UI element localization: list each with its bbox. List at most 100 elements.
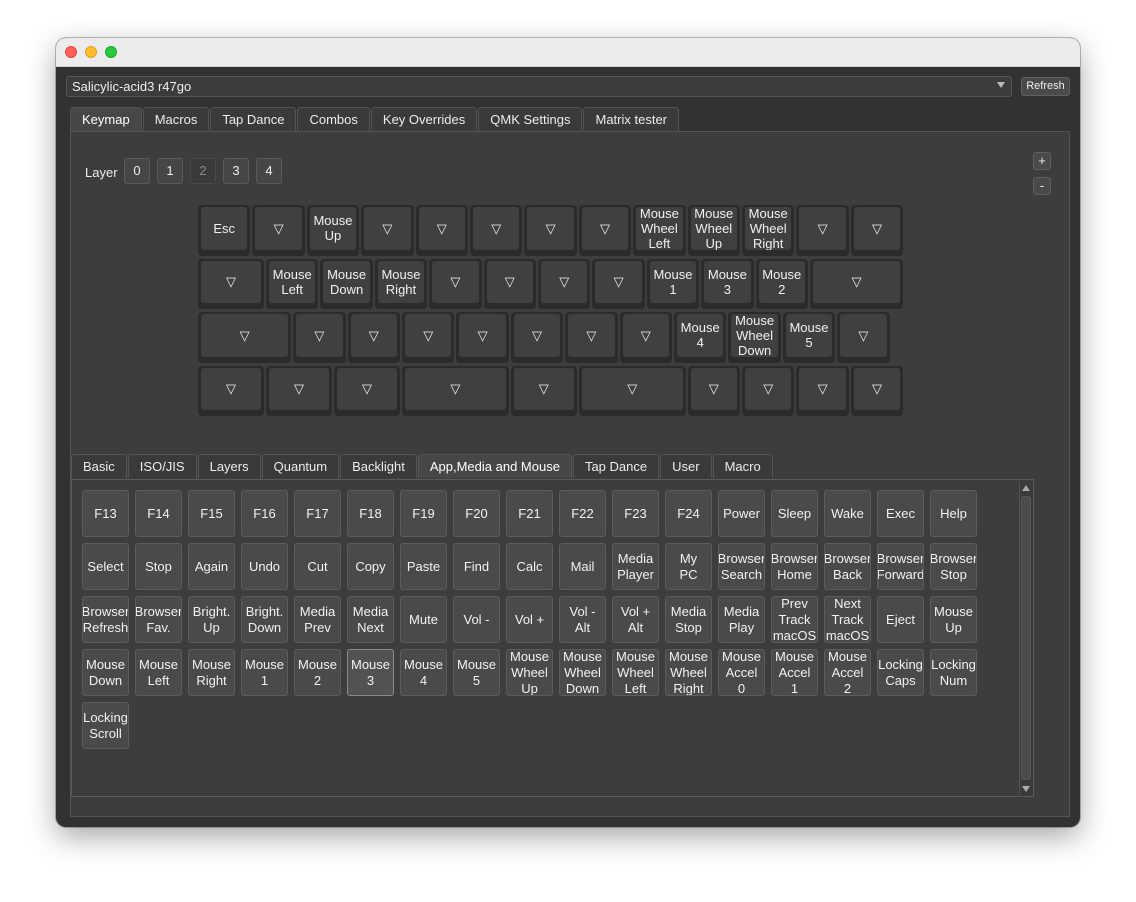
close-window-button[interactable] bbox=[65, 46, 77, 58]
keymap-key[interactable]: ▽ bbox=[402, 312, 455, 363]
zoom-window-button[interactable] bbox=[105, 46, 117, 58]
keymap-key[interactable]: ▽ bbox=[198, 365, 264, 416]
keycode-button[interactable]: Mouse Down bbox=[82, 649, 129, 696]
keycode-button[interactable]: Mail bbox=[559, 543, 606, 590]
tab-combos[interactable]: Combos bbox=[297, 107, 370, 131]
keycode-button[interactable]: Locking Scroll bbox=[82, 702, 129, 749]
keycode-button[interactable]: Paste bbox=[400, 543, 447, 590]
keymap-key[interactable]: ▽ bbox=[538, 258, 591, 309]
keymap-key[interactable]: ▽ bbox=[850, 365, 904, 416]
keycode-button[interactable]: Browser Search bbox=[718, 543, 765, 590]
keycode-button[interactable]: Cut bbox=[294, 543, 341, 590]
keycode-button[interactable]: F23 bbox=[612, 490, 659, 537]
keymap-key[interactable]: ▽ bbox=[619, 312, 672, 363]
keycode-button[interactable]: Mouse Accel 1 bbox=[771, 649, 818, 696]
keycode-button[interactable]: Again bbox=[188, 543, 235, 590]
keycode-tab-basic[interactable]: Basic bbox=[71, 454, 127, 478]
layer-button-0[interactable]: 0 bbox=[124, 158, 150, 184]
keymap-key[interactable]: ▽ bbox=[578, 365, 686, 416]
keycode-button[interactable]: Media Stop bbox=[665, 596, 712, 643]
keymap-key[interactable]: ▽ bbox=[334, 365, 400, 416]
scroll-down-arrow-icon[interactable] bbox=[1022, 786, 1030, 792]
keycode-button[interactable]: Find bbox=[453, 543, 500, 590]
keymap-key[interactable]: ▽ bbox=[402, 365, 509, 416]
keymap-key[interactable]: ▽ bbox=[565, 312, 618, 363]
tab-keymap[interactable]: Keymap bbox=[70, 107, 142, 131]
keymap-key[interactable]: Mouse Up bbox=[306, 205, 360, 256]
keymap-key[interactable]: ▽ bbox=[456, 312, 509, 363]
keycode-button[interactable]: Browser Fav. bbox=[135, 596, 182, 643]
keycode-button[interactable]: Mouse 4 bbox=[400, 649, 447, 696]
keymap-key[interactable]: ▽ bbox=[361, 205, 414, 256]
keymap-key[interactable]: ▽ bbox=[510, 365, 577, 416]
keycode-button[interactable]: Mouse 3 bbox=[347, 649, 394, 696]
keymap-key[interactable]: ▽ bbox=[837, 312, 890, 363]
keycode-button[interactable]: Vol + Alt bbox=[612, 596, 659, 643]
keycode-button[interactable]: F24 bbox=[665, 490, 712, 537]
keycode-tab-app-media-and-mouse[interactable]: App,Media and Mouse bbox=[417, 454, 572, 478]
keycode-button[interactable]: My PC bbox=[665, 543, 712, 590]
keycode-button[interactable]: Mouse Up bbox=[930, 596, 977, 643]
keycode-button[interactable]: Prev Track macOS bbox=[771, 596, 818, 643]
keycode-button[interactable]: Media Prev bbox=[294, 596, 341, 643]
keymap-key[interactable]: ▽ bbox=[850, 205, 904, 256]
keycode-button[interactable]: Media Player bbox=[612, 543, 659, 590]
refresh-button[interactable]: Refresh bbox=[1021, 77, 1070, 96]
keycode-button[interactable]: Vol + bbox=[506, 596, 553, 643]
keymap-key[interactable]: Mouse Down bbox=[320, 258, 373, 309]
keycode-button[interactable]: Media Play bbox=[718, 596, 765, 643]
keymap-key[interactable]: ▽ bbox=[198, 258, 264, 309]
keycode-button[interactable]: Mouse Accel 2 bbox=[824, 649, 871, 696]
keycode-scrollbar[interactable] bbox=[1019, 482, 1033, 795]
keycode-button[interactable]: F14 bbox=[135, 490, 182, 537]
keymap-key[interactable]: ▽ bbox=[524, 205, 577, 256]
keycode-button[interactable]: Mouse Left bbox=[135, 649, 182, 696]
keymap-key[interactable]: Mouse Wheel Down bbox=[728, 312, 781, 363]
keycode-button[interactable]: F19 bbox=[400, 490, 447, 537]
keycode-button[interactable]: Mute bbox=[400, 596, 447, 643]
keycode-button[interactable]: Mouse Wheel Right bbox=[665, 649, 712, 696]
keycode-button[interactable]: Locking Num bbox=[930, 649, 977, 696]
keymap-key[interactable]: ▽ bbox=[347, 312, 400, 363]
keycode-tab-tap-dance[interactable]: Tap Dance bbox=[572, 454, 660, 478]
keycode-button[interactable]: F17 bbox=[294, 490, 341, 537]
keycode-tab-quantum[interactable]: Quantum bbox=[261, 454, 340, 478]
keymap-key[interactable]: Mouse Right bbox=[374, 258, 428, 309]
keycode-tab-iso-jis[interactable]: ISO/JIS bbox=[127, 454, 197, 478]
keymap-key[interactable]: ▽ bbox=[510, 312, 564, 363]
keycode-button[interactable]: F16 bbox=[241, 490, 288, 537]
tab-key-overrides[interactable]: Key Overrides bbox=[370, 107, 478, 131]
keycode-button[interactable]: F20 bbox=[453, 490, 500, 537]
keycode-button[interactable]: Next Track macOS bbox=[824, 596, 871, 643]
keycode-button[interactable]: Undo bbox=[241, 543, 288, 590]
scroll-up-arrow-icon[interactable] bbox=[1022, 485, 1030, 491]
keymap-key[interactable]: ▽ bbox=[483, 258, 536, 309]
keycode-button[interactable]: Mouse Accel 0 bbox=[718, 649, 765, 696]
layer-button-1[interactable]: 1 bbox=[157, 158, 183, 184]
keycode-tab-layers[interactable]: Layers bbox=[197, 454, 261, 478]
keycode-button[interactable]: Browser Home bbox=[771, 543, 818, 590]
keycode-tab-user[interactable]: User bbox=[660, 454, 712, 478]
tab-tap-dance[interactable]: Tap Dance bbox=[210, 107, 297, 131]
keymap-key[interactable]: Mouse 4 bbox=[674, 312, 727, 363]
keycode-button[interactable]: Browser Stop bbox=[930, 543, 977, 590]
keycode-button[interactable]: Mouse 2 bbox=[294, 649, 341, 696]
keycode-button[interactable]: Bright. Up bbox=[188, 596, 235, 643]
keycode-button[interactable]: Calc bbox=[506, 543, 553, 590]
tab-macros[interactable]: Macros bbox=[142, 107, 210, 131]
keymap-key[interactable]: ▽ bbox=[470, 205, 523, 256]
keymap-key[interactable]: ▽ bbox=[742, 365, 795, 416]
scrollbar-thumb[interactable] bbox=[1021, 496, 1031, 780]
keycode-button[interactable]: Browser Back bbox=[824, 543, 871, 590]
keymap-key[interactable]: ▽ bbox=[578, 205, 632, 256]
minimize-window-button[interactable] bbox=[85, 46, 97, 58]
keycode-button[interactable]: F22 bbox=[559, 490, 606, 537]
keymap-key[interactable]: Mouse Wheel Right bbox=[742, 205, 795, 256]
keycode-button[interactable]: Mouse Wheel Left bbox=[612, 649, 659, 696]
device-select[interactable]: Salicylic-acid3 r47go bbox=[66, 76, 1012, 97]
keymap-key[interactable]: ▽ bbox=[266, 365, 332, 416]
keymap-key[interactable]: ▽ bbox=[293, 312, 346, 363]
keymap-key[interactable]: Esc bbox=[198, 205, 251, 256]
keycode-button[interactable]: Exec bbox=[877, 490, 924, 537]
keymap-key[interactable]: ▽ bbox=[687, 365, 740, 416]
